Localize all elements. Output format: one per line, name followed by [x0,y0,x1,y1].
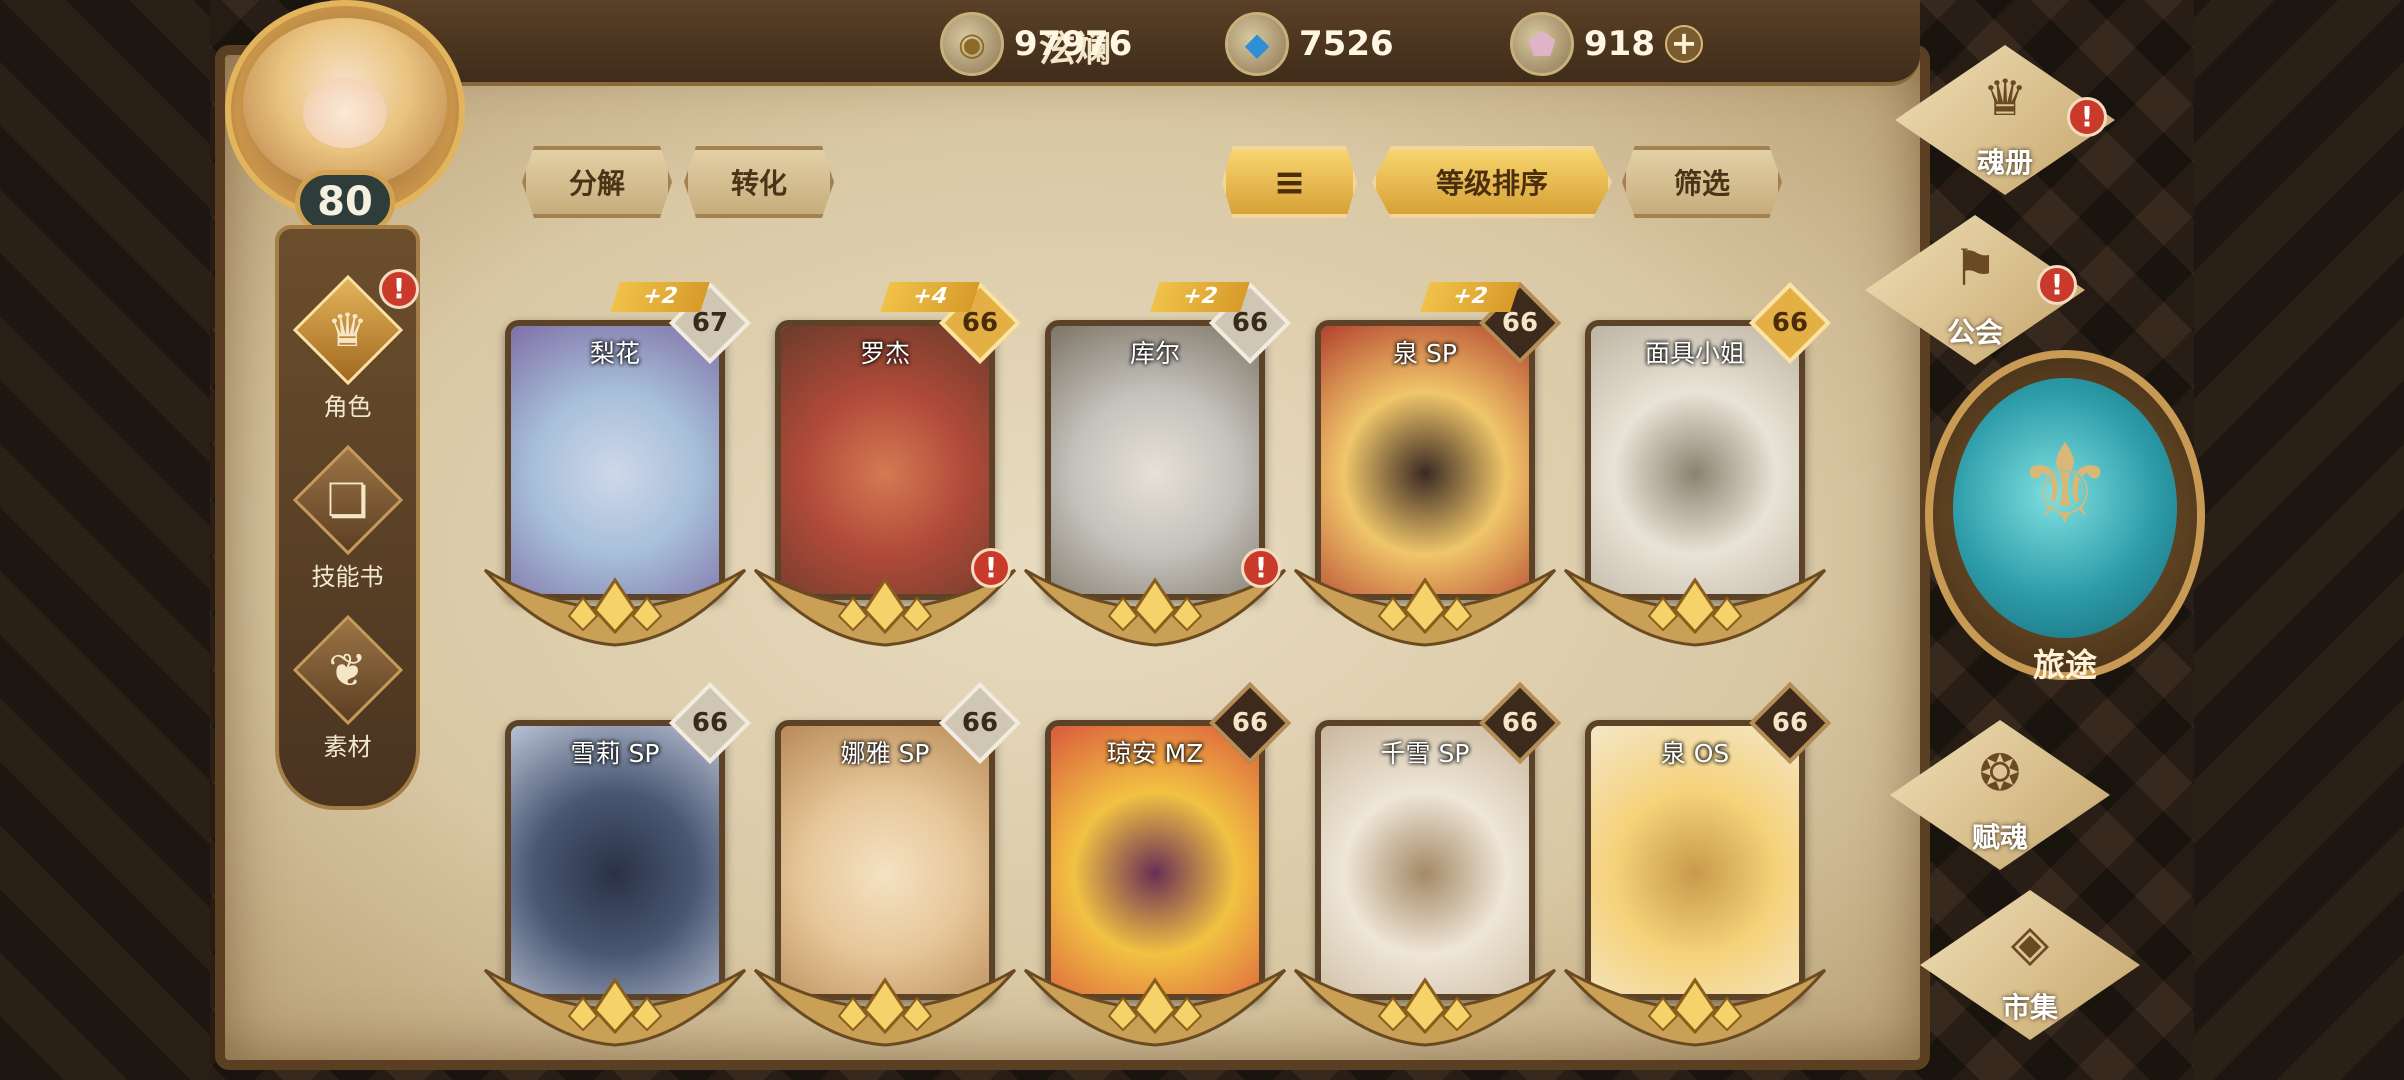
convert-button[interactable]: 转化 [684,146,834,218]
market-label: 市集 [2001,991,2058,1024]
game-screen: 泫斓 ◉ 97976 ◆ 7526 ⬟ 918 + 80 ♛ 角色 ! ❏ 技能… [0,0,2404,1080]
character-card[interactable]: 泉 OS 66 [1563,681,1832,1047]
alert-icon: ! [2037,265,2077,305]
rank-wings-icon [1285,550,1565,650]
character-card[interactable]: 泉 SP 66 +2 [1293,281,1562,647]
nav-label-skill-books: 技能书 [311,563,384,591]
journey-label: 旅途 [2032,646,2097,684]
currency-gem: ⬟ 918 + [1510,12,1703,76]
alert-icon: ! [971,548,1011,588]
gem-amount: 918 [1584,24,1655,64]
sort-order-button[interactable]: ≡ [1222,146,1357,218]
rank-wings-icon [1015,950,1295,1050]
rank-wings-icon [1555,550,1835,650]
alert-icon: ! [379,269,419,309]
character-card[interactable]: 雪莉 SP 66 [483,681,752,1047]
gold-coin-icon: ◉ [940,12,1004,76]
endow-soul-label: 赋魂 [1971,821,2028,854]
blue-crystal-icon: ◆ [1225,12,1289,76]
card-level: 66 [691,708,729,738]
materials-icon: ❦ [328,643,367,697]
right-border-pattern [2194,0,2404,1080]
soul-book-label: 魂册 [1976,146,2033,179]
card-level: 66 [1771,308,1809,338]
currency-crystal: ◆ 7526 [1225,12,1394,76]
book-icon: ❏ [326,473,369,527]
currency-gold: ◉ 97976 [940,12,1132,76]
character-card[interactable]: 千雪 SP 66 [1293,681,1562,1047]
add-gem-button[interactable]: + [1664,25,1703,63]
character-card[interactable]: 娜雅 SP 66 [753,681,1022,1047]
card-level: 66 [1501,708,1539,738]
card-level: 66 [1771,708,1809,738]
rank-wings-icon [745,950,1025,1050]
player-avatar[interactable]: 80 [205,0,490,234]
character-card[interactable]: 琼安 MZ 66 [1023,681,1292,1047]
alert-icon: ! [1241,548,1281,588]
gem-icon: ◈ [2010,914,2050,972]
market-button[interactable]: ◈ 市集 [1920,890,2140,1060]
alert-icon: ! [2067,97,2107,137]
upgrade-count-tag: +2 [610,282,710,312]
card-level: 66 [1231,708,1269,738]
guild-label: 公会 [1946,316,2003,349]
endow-soul-button[interactable]: ❂ 赋魂 [1890,720,2110,890]
character-card[interactable]: 面具小姐 66 [1563,281,1832,647]
rank-wings-icon [475,550,755,650]
character-card[interactable]: 罗杰 66 +4! [753,281,1022,647]
rank-wings-icon [1555,950,1835,1050]
decompose-button[interactable]: 分解 [522,146,672,218]
card-level: 66 [961,708,999,738]
nav-label-characters: 角色 [323,393,372,421]
journey-button[interactable]: ⚜ 旅途 [1925,350,2205,690]
nav-item-characters[interactable]: ♛ 角色 ! [279,269,419,439]
upgrade-count-tag: +4 [880,282,980,312]
avatar [243,18,447,188]
crystal-amount: 7526 [1299,24,1394,64]
rank-wings-icon [1285,950,1565,1050]
soul-book-button[interactable]: ♛ 魂册 ! [1895,45,2115,215]
trident-emblem-icon: ⚜ [2015,420,2115,548]
nav-item-skill-books[interactable]: ❏ 技能书 [279,439,416,609]
top-bar: 泫斓 ◉ 97976 ◆ 7526 ⬟ 918 + [330,0,1920,86]
rank-wings-icon [475,950,755,1050]
sort-icon: ≡ [1273,160,1306,204]
filter-button[interactable]: 筛选 [1622,146,1782,218]
crown-icon: ♛ [326,303,369,357]
character-card[interactable]: 梨花 67 +2 [483,281,752,647]
upgrade-count-tag: +2 [1150,282,1250,312]
upgrade-count-tag: +2 [1420,282,1520,312]
pink-gem-icon: ⬟ [1510,12,1574,76]
sort-by-level-button[interactable]: 等级排序 [1372,146,1612,218]
gold-amount: 97976 [1014,24,1133,64]
nav-item-materials[interactable]: ❦ 素材 [279,609,416,779]
character-card[interactable]: 库尔 66 +2! [1023,281,1292,647]
swirl-icon: ❂ [1979,744,2021,802]
left-border-pattern [0,0,210,1080]
left-nav: ♛ 角色 ! ❏ 技能书 ❦ 素材 [275,225,420,810]
nav-label-materials: 素材 [323,733,372,761]
